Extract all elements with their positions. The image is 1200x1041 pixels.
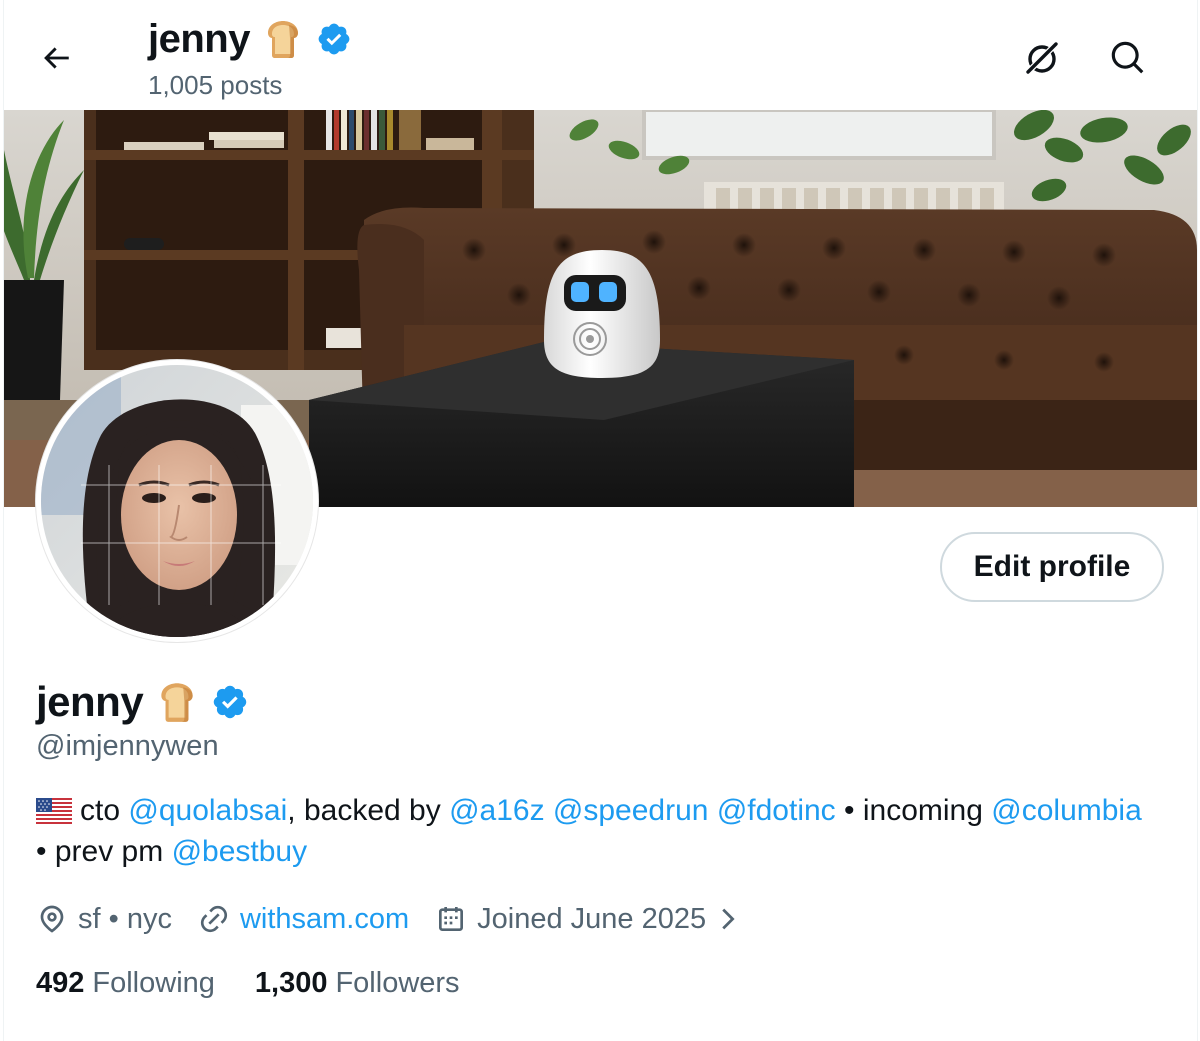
location-pin-icon bbox=[40, 905, 64, 933]
link-icon bbox=[200, 905, 228, 933]
bio-text-cto: cto bbox=[80, 794, 121, 827]
profile-avatar[interactable] bbox=[36, 360, 318, 642]
bio-mention-a16z[interactable]: @a16z bbox=[449, 794, 545, 827]
verified-badge-icon[interactable] bbox=[211, 683, 249, 721]
edit-profile-button[interactable]: Edit profile bbox=[940, 532, 1164, 602]
joined-item[interactable]: Joined June 2025 bbox=[435, 903, 752, 936]
bio-text-prev-pm: • prev pm bbox=[36, 835, 164, 868]
follow-stats: 492 Following 1,300 Followers bbox=[36, 963, 500, 1003]
followers-count: 1,300 bbox=[254, 966, 328, 999]
following-link[interactable]: 492 Following bbox=[36, 967, 215, 1000]
bread-emoji-icon bbox=[161, 683, 193, 722]
bio-text-incoming: • incoming bbox=[844, 794, 983, 827]
grok-icon bbox=[1024, 40, 1060, 76]
header-name-row: jenny bbox=[148, 14, 352, 64]
arrow-left-icon bbox=[44, 47, 69, 69]
back-button[interactable] bbox=[34, 36, 78, 80]
profile-handle: @imjennywen bbox=[36, 730, 219, 762]
us-flag-icon bbox=[36, 798, 72, 824]
profile-page: jenny 1,005 posts Edit profile jenny @im… bbox=[3, 0, 1198, 1041]
search-button[interactable] bbox=[1106, 36, 1150, 80]
bio-mention-fdotinc[interactable]: @fdotinc bbox=[717, 794, 836, 827]
followers-link[interactable]: 1,300 Followers bbox=[255, 967, 460, 1000]
location-text: sf • nyc bbox=[78, 902, 172, 935]
bio-mention-quolabsai[interactable]: @quolabsai bbox=[128, 794, 287, 827]
followers-label: Followers bbox=[335, 966, 460, 999]
bio-text-backed: , backed by bbox=[287, 794, 441, 827]
search-icon bbox=[1111, 41, 1144, 74]
location-item: sf • nyc bbox=[36, 903, 172, 936]
header-display-name: jenny bbox=[148, 16, 250, 61]
chevron-right-icon bbox=[722, 908, 735, 930]
verified-badge-icon bbox=[318, 23, 350, 55]
following-count: 492 bbox=[36, 966, 85, 999]
bio-mention-speedrun[interactable]: @speedrun bbox=[553, 794, 709, 827]
website-item[interactable]: withsam.com bbox=[198, 903, 409, 936]
profile-display-name: jenny bbox=[36, 678, 144, 725]
header-posts-count: 1,005 posts bbox=[148, 70, 283, 100]
profile-meta-row: sf • nyc withsam.com Joined June 2025 bbox=[36, 897, 778, 941]
grok-button[interactable] bbox=[1020, 36, 1064, 80]
bio-mention-columbia[interactable]: @columbia bbox=[991, 794, 1142, 827]
profile-name-row: jenny bbox=[36, 676, 249, 728]
profile-header: jenny 1,005 posts bbox=[4, 0, 1197, 110]
bread-emoji-icon bbox=[267, 21, 298, 58]
website-link[interactable]: withsam.com bbox=[240, 903, 409, 936]
following-label: Following bbox=[92, 966, 215, 999]
joined-text: Joined June 2025 bbox=[477, 902, 707, 935]
profile-bio: cto @quolabsai, backed by @a16z @speedru… bbox=[36, 790, 1176, 872]
calendar-icon bbox=[439, 907, 464, 931]
bio-mention-bestbuy[interactable]: @bestbuy bbox=[172, 835, 308, 868]
